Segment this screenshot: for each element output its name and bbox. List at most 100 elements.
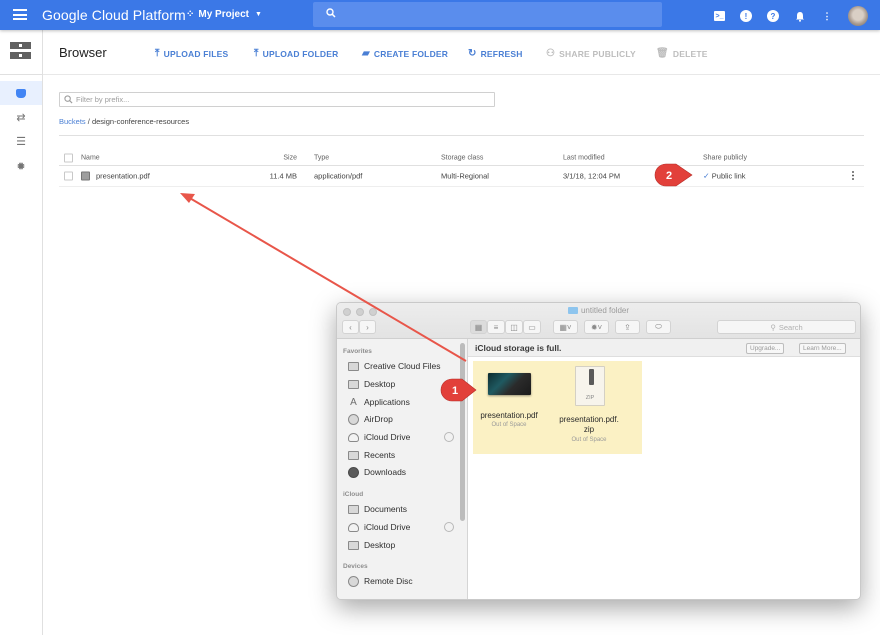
column-last-modified[interactable]: Last modified: [563, 154, 605, 161]
select-all-checkbox[interactable]: [64, 153, 73, 162]
product-title[interactable]: Google Cloud Platform: [42, 7, 186, 23]
column-view-button[interactable]: ◫: [505, 320, 523, 334]
sync-progress-icon: [444, 432, 454, 442]
project-selector[interactable]: ⁘ My Project ▼: [186, 9, 262, 20]
group-by-button[interactable]: ▦˅: [553, 320, 578, 334]
search-input[interactable]: [313, 2, 662, 27]
more-vert-icon[interactable]: ⋮: [821, 10, 833, 22]
sidebar-item-label: Documents: [364, 504, 407, 514]
sidebar-item-label: Applications: [364, 397, 410, 407]
chevron-down-icon: ▼: [254, 11, 262, 18]
create-folder-icon: ▰: [362, 48, 370, 59]
breadcrumb-buckets-link[interactable]: Buckets: [59, 117, 86, 126]
feedback-icon[interactable]: !: [740, 10, 752, 22]
file-name: presentation.pdf: [480, 411, 538, 420]
sidebar-item-label: Recents: [364, 450, 396, 460]
sidebar-item-label: Remote Disc: [364, 576, 413, 586]
column-type[interactable]: Type: [314, 154, 329, 161]
public-link[interactable]: Public link: [712, 172, 746, 181]
step-badge-1: 1: [440, 378, 477, 402]
learn-more-button[interactable]: Learn More...: [799, 343, 846, 354]
tags-button[interactable]: ⬭: [646, 320, 671, 334]
row-more-icon[interactable]: ⋮: [848, 171, 858, 182]
breadcrumb-current: design-conference-resources: [91, 117, 190, 126]
sidebar-item-applications[interactable]: A Applications: [348, 395, 410, 409]
file-type: application/pdf: [314, 171, 363, 181]
file-status: Out of Space: [491, 422, 527, 428]
nav-item-transfer-appliance[interactable]: ☰: [0, 129, 42, 153]
disc-icon: [348, 575, 359, 587]
upload-folder-button[interactable]: ⤒ UPLOAD FOLDER: [254, 48, 338, 59]
pdf-thumbnail: [488, 373, 531, 395]
search-icon: [64, 95, 73, 104]
storage-product-icon: [10, 42, 31, 60]
page-header: Browser ⤒ UPLOAD FILES ⤒ UPLOAD FOLDER ▰ CR…: [43, 30, 880, 75]
folder-icon: [567, 307, 578, 314]
sidebar-item-downloads[interactable]: Downloads: [348, 465, 406, 479]
column-name[interactable]: Name: [81, 154, 100, 161]
create-folder-label: CREATE FOLDER: [373, 48, 449, 59]
gallery-view-button[interactable]: ▭: [523, 320, 541, 334]
project-name: My Project: [198, 9, 249, 20]
cloud-shell-icon[interactable]: >_: [714, 11, 725, 21]
documents-icon: [348, 504, 359, 514]
nav-item-transfer[interactable]: ⇄: [0, 105, 42, 129]
sidebar-item-label: Creative Cloud Files: [364, 361, 441, 371]
sidebar-item-remote-disc[interactable]: Remote Disc: [348, 574, 413, 588]
user-avatar[interactable]: [848, 6, 868, 26]
nav-item-browser[interactable]: [0, 81, 42, 105]
share-publicly-button[interactable]: ⚇ SHARE PUBLICLY: [546, 48, 636, 59]
share-publicly-checkbox[interactable]: ✓ Public link: [703, 172, 746, 181]
sidebar-item-creative-cloud-files[interactable]: Creative Cloud Files: [348, 359, 441, 373]
desktop-icon: [348, 379, 359, 389]
refresh-button[interactable]: ↻ REFRESH: [468, 48, 523, 59]
finder-search-input[interactable]: ⚲ Search: [717, 320, 856, 334]
refresh-label: REFRESH: [480, 48, 523, 59]
hamburger-menu-icon[interactable]: [13, 9, 27, 20]
delete-button[interactable]: 🗑 DELETE: [656, 48, 708, 59]
selected-files: presentation.pdf Out of Space ZIP presen…: [473, 361, 642, 454]
column-share-publicly[interactable]: Share publicly: [703, 154, 747, 161]
row-checkbox[interactable]: [64, 171, 73, 181]
upload-folder-label: UPLOAD FOLDER: [262, 48, 339, 59]
upgrade-button[interactable]: Upgrade...: [746, 343, 785, 354]
sidebar-item-icloud-drive-2[interactable]: iCloud Drive: [348, 520, 410, 534]
action-gear-button[interactable]: ✹˅: [584, 320, 609, 334]
sidebar-item-label: Desktop: [364, 540, 396, 550]
sidebar-item-label: Desktop: [364, 379, 396, 389]
column-size[interactable]: Size: [283, 154, 297, 161]
sidebar-item-recents[interactable]: Recents: [348, 448, 395, 462]
sidebar-item-documents[interactable]: Documents: [348, 502, 407, 516]
applications-icon: A: [350, 396, 357, 408]
upload-files-button[interactable]: ⤒ UPLOAD FILES: [155, 48, 228, 59]
share-button[interactable]: ⇪: [615, 320, 640, 334]
file-name-link[interactable]: presentation.pdf: [96, 172, 150, 181]
left-nav: ⇄ ☰ ✹: [0, 30, 43, 635]
sidebar-item-airdrop[interactable]: AirDrop: [348, 412, 393, 426]
column-storage-class[interactable]: Storage class: [441, 154, 483, 161]
notifications-icon[interactable]: [794, 10, 806, 22]
nav-item-settings[interactable]: ✹: [0, 154, 42, 178]
finder-window: untitled folder ‹ › ▦ ≡ ◫ ▭ ▦˅ ✹˅ ⇪ ⬭ ⚲ S…: [336, 302, 861, 600]
downloads-icon: [348, 466, 359, 478]
sidebar-item-desktop-2[interactable]: Desktop: [348, 538, 395, 552]
share-publicly-label: SHARE PUBLICLY: [559, 48, 636, 59]
forward-button[interactable]: ›: [359, 320, 376, 334]
sidebar-item-icloud-drive[interactable]: iCloud Drive: [348, 430, 410, 444]
icon-view-button[interactable]: ▦: [470, 320, 487, 334]
list-view-button[interactable]: ≡: [487, 320, 505, 334]
filter-input[interactable]: Filter by prefix...: [59, 92, 495, 107]
devices-section-label: Devices: [343, 563, 368, 570]
breadcrumb-separator: /: [87, 117, 90, 126]
help-icon[interactable]: ?: [767, 10, 779, 22]
back-button[interactable]: ‹: [342, 320, 359, 334]
bucket-icon: [16, 88, 26, 98]
people-icon: ⚇: [546, 48, 556, 59]
table-row[interactable]: presentation.pdf 11.4 MB application/pdf…: [59, 166, 864, 187]
file-size: 11.4 MB: [269, 171, 297, 181]
sidebar-item-desktop[interactable]: Desktop: [348, 377, 395, 391]
create-folder-button[interactable]: ▰ CREATE FOLDER: [362, 48, 448, 59]
sidebar-scrollbar[interactable]: [460, 343, 465, 521]
zip-file-icon: ZIP: [575, 366, 605, 406]
finder-content: iCloud storage is full. Upgrade... Learn…: [468, 339, 860, 599]
